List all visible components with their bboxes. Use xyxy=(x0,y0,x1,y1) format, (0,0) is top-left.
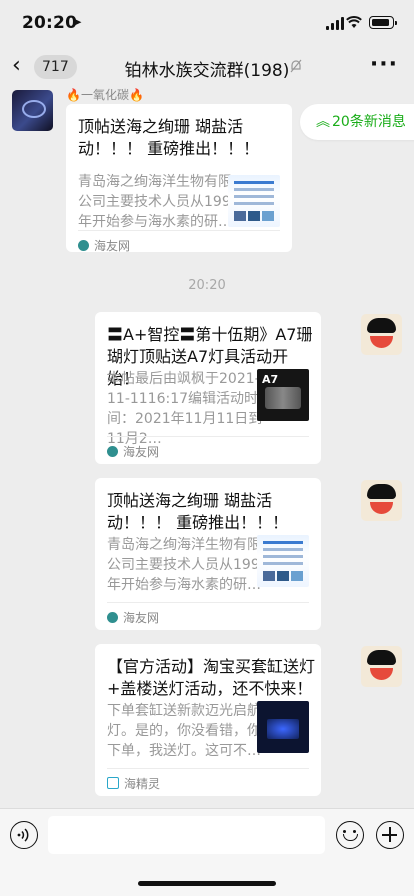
double-up-arrow-icon: ︽ xyxy=(316,114,330,130)
source-name: 海友网 xyxy=(123,611,160,625)
message-list[interactable]: 🔥一氧化碳🔥 顶帖送海之绚珊 瑚盐活动！！！ 重磅推出！！！ 青岛海之绚海洋生物… xyxy=(0,88,414,808)
card-source: 海友网 xyxy=(78,230,280,254)
link-card-message[interactable]: 顶帖送海之绚珊 瑚盐活动！！！ 重磅推出！！！ 青岛海之绚海洋生物有限公司主要技… xyxy=(95,478,321,630)
mute-bell-icon xyxy=(290,59,302,73)
source-logo-icon xyxy=(107,612,118,623)
link-card-message[interactable]: 【官方活动】淘宝买套缸送灯+盖楼送灯活动，还不快来！ 下单套缸送新款迈光启航灯。… xyxy=(95,644,321,796)
card-title: 顶帖送海之绚珊 瑚盐活动！！！ 重磅推出！！！ xyxy=(78,117,260,158)
more-options-icon[interactable]: ··· xyxy=(370,54,398,76)
voice-input-icon[interactable] xyxy=(10,821,38,849)
card-description: 青岛海之绚海洋生物有限公司主要技术人员从1996年开始参与海水素的研… xyxy=(107,537,269,593)
card-thumbnail: A7 xyxy=(257,369,309,421)
home-indicator xyxy=(138,881,276,886)
link-card-message[interactable]: 〓A+智控〓第十伍期》A7珊瑚灯顶贴送A7灯具活动开始！ 本帖最后由飒枫于202… xyxy=(95,312,321,464)
emoji-icon[interactable] xyxy=(336,821,364,849)
card-description: 青岛海之绚海洋生物有限公司主要技术人员从1996年开始参与海水素的研… xyxy=(78,174,240,230)
card-thumbnail xyxy=(257,701,309,753)
self-avatar[interactable] xyxy=(361,646,402,687)
card-thumbnail xyxy=(228,175,280,227)
self-avatar[interactable] xyxy=(361,314,402,355)
self-avatar[interactable] xyxy=(361,480,402,521)
timestamp: 20:20 xyxy=(188,278,226,293)
thumbnail-label: A7 xyxy=(262,373,279,386)
source-name: 海精灵 xyxy=(124,777,161,791)
link-card-message[interactable]: 顶帖送海之绚珊 瑚盐活动！！！ 重磅推出！！！ 青岛海之绚海洋生物有限公司主要技… xyxy=(66,104,292,254)
source-logo-icon xyxy=(78,240,89,251)
status-bar: 20:20 ➤ xyxy=(0,0,414,46)
card-source: 海友网 xyxy=(107,602,309,626)
cellular-signal-icon xyxy=(326,16,344,30)
card-description: 下单套缸送新款迈光启航灯。是的，你没看错，你下单，我送灯。这可不… xyxy=(107,703,261,759)
new-messages-label: 20条新消息 xyxy=(332,114,406,130)
source-name: 海友网 xyxy=(123,445,160,459)
status-time: 20:20 xyxy=(22,13,78,33)
source-logo-icon xyxy=(107,777,119,789)
message-input[interactable] xyxy=(48,816,325,854)
chat-header: ‹ 717 铂林水族交流群(198) ··· xyxy=(0,46,414,88)
new-messages-button[interactable]: ︽ 20条新消息 xyxy=(300,104,414,140)
source-name: 海友网 xyxy=(94,239,131,253)
battery-icon xyxy=(369,16,397,29)
card-source: 海友网 xyxy=(107,436,309,460)
more-functions-plus-icon[interactable] xyxy=(376,821,404,849)
chat-title: 铂林水族交流群(198) xyxy=(124,61,290,81)
card-title: 【官方活动】淘宝买套缸送灯+盖楼送灯活动，还不快来！ xyxy=(107,657,316,698)
card-source: 海精灵 xyxy=(107,768,309,792)
source-logo-icon xyxy=(107,446,118,457)
location-arrow-icon: ➤ xyxy=(72,15,83,29)
sender-avatar[interactable] xyxy=(12,90,53,131)
card-thumbnail xyxy=(257,535,309,587)
sender-name: 🔥一氧化碳🔥 xyxy=(66,88,144,102)
card-title: 顶帖送海之绚珊 瑚盐活动！！！ 重磅推出！！！ xyxy=(107,491,289,532)
wifi-icon xyxy=(346,15,362,28)
